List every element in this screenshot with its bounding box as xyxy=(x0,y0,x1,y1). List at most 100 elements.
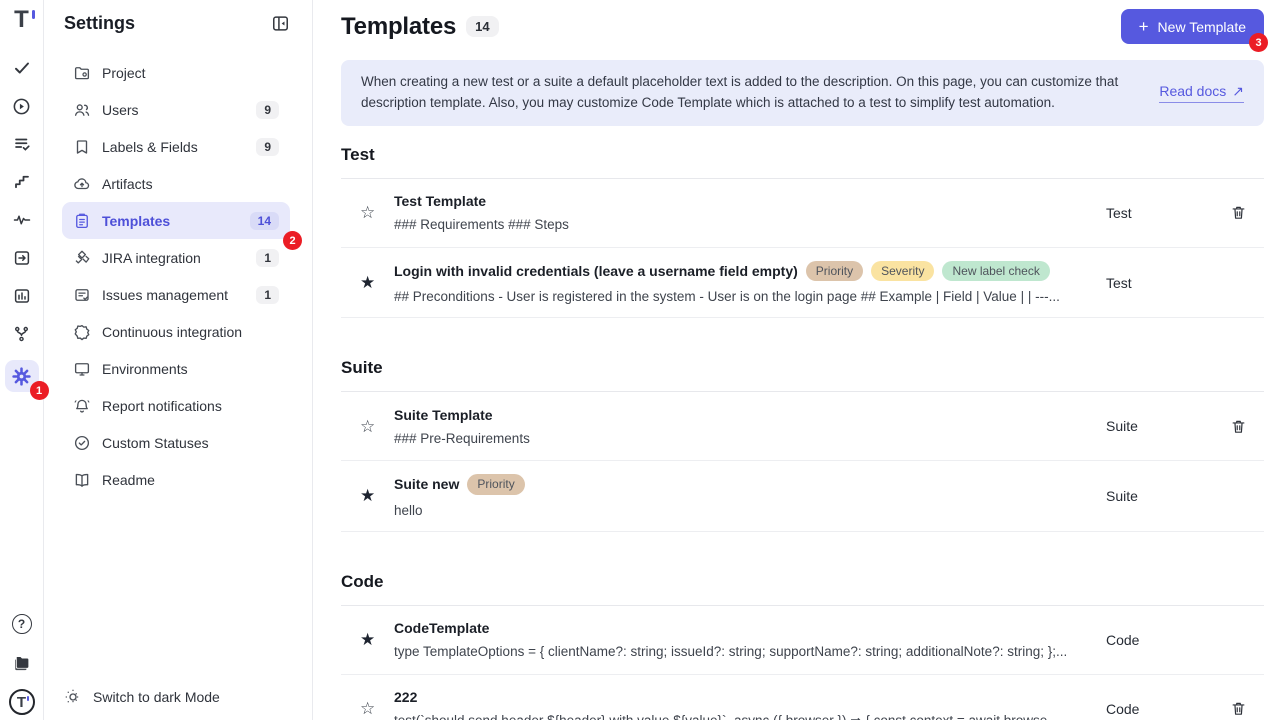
sidebar-item-label: Readme xyxy=(102,472,155,488)
sidebar-item-templates[interactable]: Templates 14 2 xyxy=(62,202,290,239)
sidebar-item-labels-fields[interactable]: Labels & Fields 9 xyxy=(62,128,290,165)
star-filled-icon[interactable]: ★ xyxy=(360,487,377,504)
issues-card-icon xyxy=(73,286,91,304)
star-icon[interactable]: ☆ xyxy=(360,204,377,221)
users-icon xyxy=(73,101,91,119)
activity-icon[interactable] xyxy=(6,208,38,232)
sidebar-item-label: Labels & Fields xyxy=(102,139,198,155)
sidebar-item-artifacts[interactable]: Artifacts xyxy=(62,165,290,202)
sun-icon xyxy=(64,688,82,706)
rail-bottom: ? T xyxy=(6,612,38,714)
template-subtitle: ### Requirements ### Steps xyxy=(394,217,1106,232)
external-arrow-icon: ↗ xyxy=(1232,83,1244,100)
docs-folder-icon[interactable] xyxy=(6,651,38,675)
label-icon xyxy=(73,138,91,156)
template-title: Suite Template xyxy=(394,407,493,423)
label-tag: Priority xyxy=(467,474,524,494)
template-title: CodeTemplate xyxy=(394,620,489,636)
count-badge: 14 xyxy=(250,212,279,230)
sidebar-item-custom-statuses[interactable]: Custom Statuses xyxy=(62,424,290,461)
monitor-icon xyxy=(73,360,91,378)
dark-mode-toggle[interactable]: Switch to dark Mode xyxy=(44,672,312,720)
template-type: Test xyxy=(1106,205,1132,221)
trash-icon[interactable] xyxy=(1230,700,1248,717)
book-icon xyxy=(73,471,91,489)
help-icon[interactable]: ? xyxy=(6,612,38,636)
template-row[interactable]: ☆ Suite Template ### Pre-Requirements Su… xyxy=(341,392,1264,461)
section-suite: Suite ☆ Suite Template ### Pre-Requireme… xyxy=(341,358,1264,531)
new-template-button[interactable]: + New Template 3 xyxy=(1121,9,1264,44)
section-code: Code ★ CodeTemplate type TemplateOptions… xyxy=(341,572,1264,720)
read-docs-link[interactable]: Read docs ↗ xyxy=(1159,83,1244,103)
reports-icon[interactable] xyxy=(6,284,38,308)
template-title: Test Template xyxy=(394,193,486,209)
trash-icon[interactable] xyxy=(1230,204,1248,221)
star-filled-icon[interactable]: ★ xyxy=(360,274,377,291)
account-avatar[interactable]: T xyxy=(6,690,38,714)
star-filled-icon[interactable]: ★ xyxy=(360,631,377,648)
template-subtitle: type TemplateOptions = { clientName?: st… xyxy=(394,644,1106,659)
annotation-badge-1: 1 xyxy=(30,381,49,400)
trash-icon[interactable] xyxy=(1230,418,1248,435)
app-logo[interactable]: T xyxy=(14,8,29,32)
branch-icon[interactable] xyxy=(6,322,38,346)
check-circle-icon xyxy=(73,434,91,452)
count-badge: 9 xyxy=(256,101,279,119)
sidebar-item-issues-management[interactable]: Issues management 1 xyxy=(62,276,290,313)
collapse-sidebar-icon[interactable] xyxy=(271,14,290,33)
cloud-upload-icon xyxy=(73,175,91,193)
count-badge: 1 xyxy=(256,249,279,267)
annotation-badge-3: 3 xyxy=(1249,33,1268,52)
settings-nav: Project Users 9 Labels & Fields 9 Artifa… xyxy=(44,46,312,498)
plus-icon: + xyxy=(1139,18,1149,35)
template-type: Suite xyxy=(1106,418,1138,434)
sidebar-item-label: Artifacts xyxy=(102,176,153,192)
template-row[interactable]: ☆ 222 test(`should send header ${header}… xyxy=(341,675,1264,720)
sidebar-item-jira-integration[interactable]: JIRA integration 1 xyxy=(62,239,290,276)
template-subtitle: ### Pre-Requirements xyxy=(394,431,1106,446)
star-icon[interactable]: ☆ xyxy=(360,418,377,435)
sidebar-item-continuous-integration[interactable]: Continuous integration xyxy=(62,313,290,350)
count-badge: 1 xyxy=(256,286,279,304)
star-icon[interactable]: ☆ xyxy=(360,700,377,717)
rail-nav: 1 xyxy=(5,56,39,392)
template-type: Code xyxy=(1106,632,1139,648)
settings-icon[interactable]: 1 xyxy=(5,360,39,392)
runs-icon[interactable] xyxy=(6,94,38,118)
template-type: Suite xyxy=(1106,488,1138,504)
banner-text: When creating a new test or a suite a de… xyxy=(361,72,1133,114)
settings-sidebar: Settings Project Users 9 Labels & Fields… xyxy=(44,0,313,720)
sidebar-item-users[interactable]: Users 9 xyxy=(62,91,290,128)
sidebar-item-label: JIRA integration xyxy=(102,250,201,266)
template-row[interactable]: ★ Suite new Priority hello Suite xyxy=(341,461,1264,531)
import-icon[interactable] xyxy=(6,246,38,270)
templates-clipboard-icon xyxy=(73,212,91,230)
template-type: Code xyxy=(1106,701,1139,717)
templates-total-badge: 14 xyxy=(466,16,498,37)
template-row[interactable]: ★ Login with invalid credentials (leave … xyxy=(341,248,1264,318)
sidebar-item-environments[interactable]: Environments xyxy=(62,350,290,387)
info-banner: When creating a new test or a suite a de… xyxy=(341,60,1264,126)
sidebar-item-label: Environments xyxy=(102,361,188,377)
sidebar-item-project[interactable]: Project xyxy=(62,54,290,91)
template-row[interactable]: ★ CodeTemplate type TemplateOptions = { … xyxy=(341,606,1264,675)
read-docs-label: Read docs xyxy=(1159,83,1226,99)
sidebar-item-label: Continuous integration xyxy=(102,324,242,340)
template-subtitle: hello xyxy=(394,503,1106,518)
sidebar-item-label: Project xyxy=(102,65,146,81)
sidebar-item-readme[interactable]: Readme xyxy=(62,461,290,498)
sidebar-title: Settings xyxy=(64,13,135,34)
tests-icon[interactable] xyxy=(6,56,38,80)
templates-page: Templates 14 + New Template 3 When creat… xyxy=(313,0,1280,720)
sidebar-item-report-notifications[interactable]: Report notifications xyxy=(62,387,290,424)
template-row[interactable]: ☆ Test Template ### Requirements ### Ste… xyxy=(341,179,1264,248)
label-tag: Priority xyxy=(806,261,863,281)
template-title: Login with invalid credentials (leave a … xyxy=(394,263,798,279)
template-subtitle: test(`should send header ${header} with … xyxy=(394,713,1106,720)
sidebar-item-label: Issues management xyxy=(102,287,228,303)
plans-icon[interactable] xyxy=(6,132,38,156)
milestones-icon[interactable] xyxy=(6,170,38,194)
template-title: Suite new xyxy=(394,476,459,492)
template-subtitle: ## Preconditions - User is registered in… xyxy=(394,289,1106,304)
section-heading: Code xyxy=(341,572,1264,592)
